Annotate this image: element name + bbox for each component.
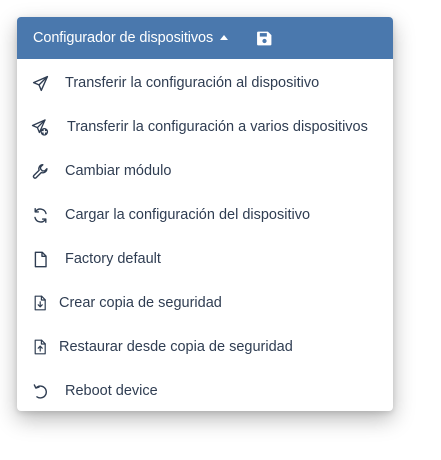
dropdown-header[interactable]: Configurador de dispositivos [17, 17, 393, 59]
save-button[interactable] [254, 28, 274, 48]
menu-item-label: Crear copia de seguridad [59, 295, 222, 311]
menu-item-restore-backup[interactable]: Restaurar desde copia de seguridad [17, 325, 393, 369]
device-configurator-dropdown: Configurador de dispositivos Transferir … [17, 17, 393, 411]
menu-item-label: Transferir la configuración al dispositi… [65, 75, 320, 91]
paper-plane-icon [31, 74, 49, 92]
menu-items: Transferir la configuración al dispositi… [17, 59, 393, 411]
menu-item-label: Cambiar módulo [65, 163, 172, 179]
file-upload-icon [31, 338, 49, 356]
menu-item-change-module[interactable]: Cambiar módulo [17, 149, 393, 193]
menu-item-label: Cargar la configuración del dispositivo [65, 207, 311, 223]
dropdown-title[interactable]: Configurador de dispositivos [33, 30, 213, 46]
menu-item-label: Reboot device [65, 383, 158, 399]
file-download-icon [31, 294, 49, 312]
menu-item-factory-default[interactable]: Factory default [17, 237, 393, 281]
menu-item-transfer-config-multiple[interactable]: Transferir la configuración a varios dis… [17, 105, 393, 149]
caret-up-icon[interactable] [220, 34, 229, 40]
wrench-icon [31, 162, 49, 180]
menu-item-load-config[interactable]: Cargar la configuración del dispositivo [17, 193, 393, 237]
undo-icon [31, 382, 49, 400]
menu-item-create-backup[interactable]: Crear copia de seguridad [17, 281, 393, 325]
file-icon [31, 250, 49, 268]
menu-item-label: Factory default [65, 251, 161, 267]
sync-icon [31, 206, 49, 224]
menu-item-label: Transferir la configuración a varios dis… [67, 119, 368, 135]
menu-item-transfer-config[interactable]: Transferir la configuración al dispositi… [17, 61, 393, 105]
menu-item-reboot-device[interactable]: Reboot device [17, 369, 393, 411]
paper-plane-plus-icon [31, 118, 49, 136]
floppy-disk-icon [256, 31, 272, 45]
menu-item-label: Restaurar desde copia de seguridad [59, 339, 293, 355]
